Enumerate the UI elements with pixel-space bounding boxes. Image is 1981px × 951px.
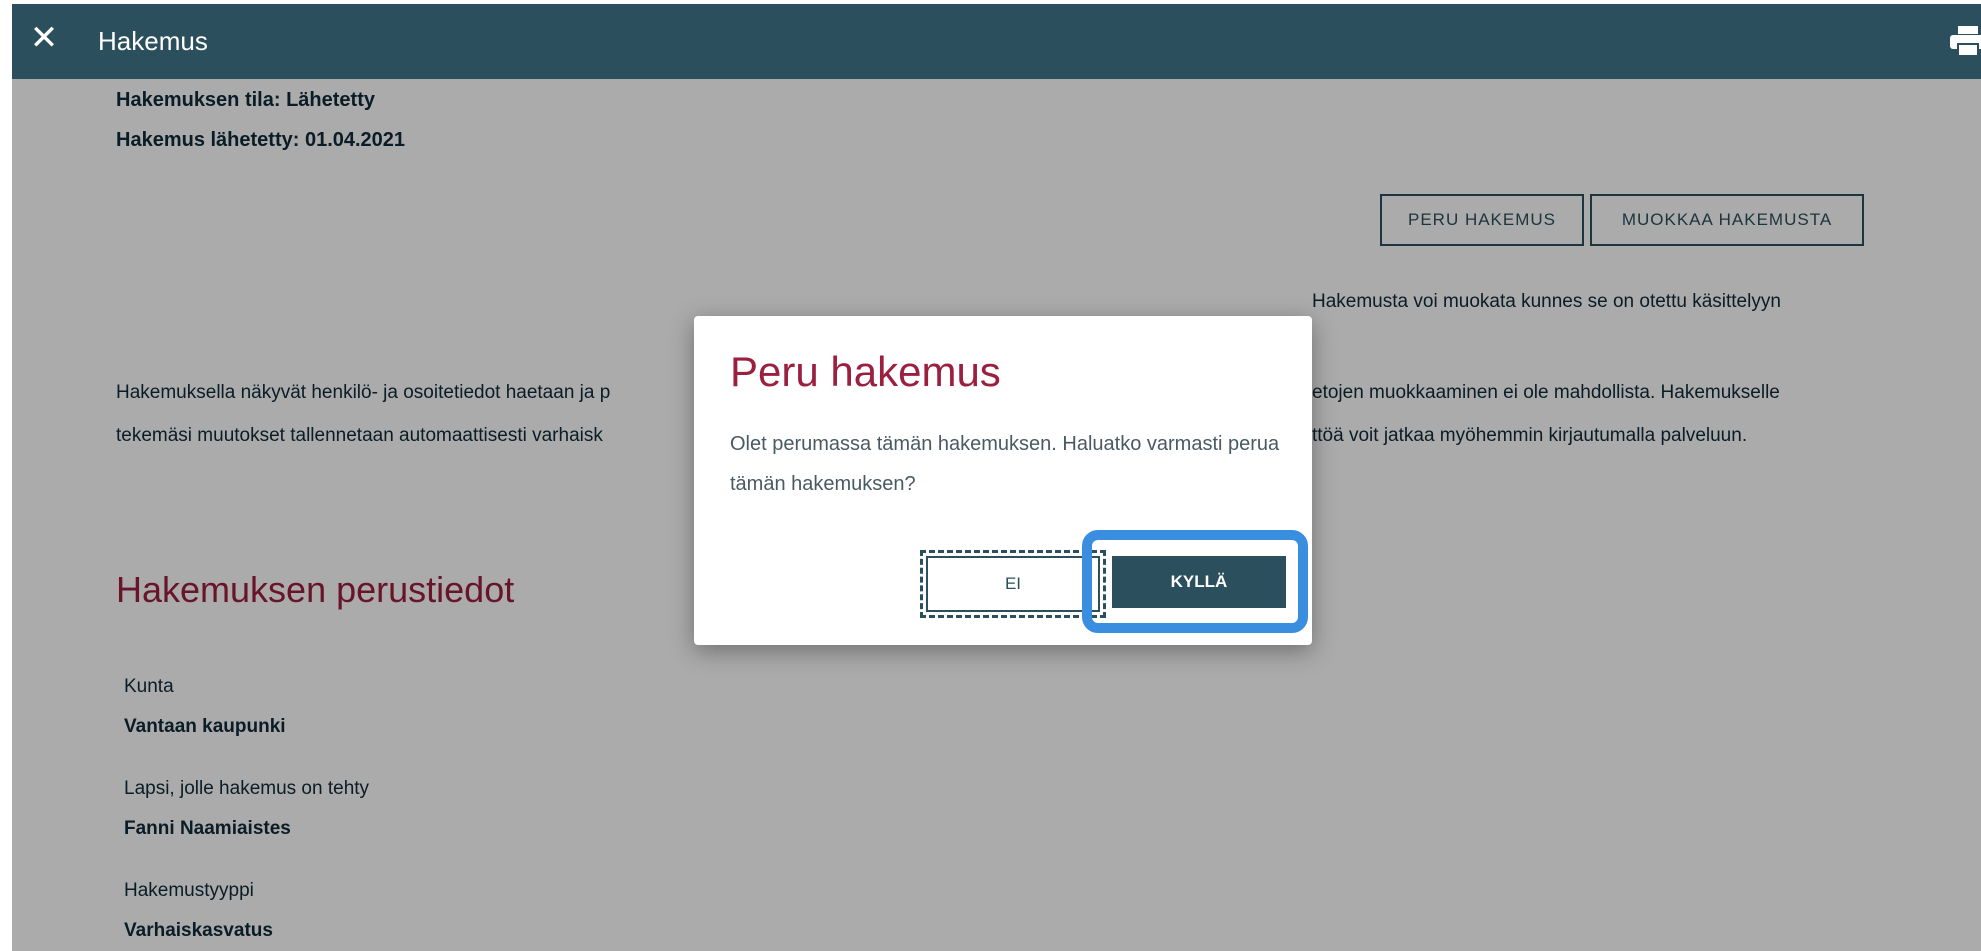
dialog-message: Olet perumassa tämän hakemuksen. Haluatk… xyxy=(730,433,1280,495)
yes-button[interactable]: KYLLÄ xyxy=(1112,556,1286,608)
cancel-confirmation-dialog: Peru hakemus Olet perumassa tämän hakemu… xyxy=(694,316,1312,645)
no-button[interactable]: EI xyxy=(926,556,1100,612)
top-bar: ✕ Hakemus xyxy=(12,4,1981,79)
close-icon[interactable]: ✕ xyxy=(24,18,64,58)
printer-icon[interactable] xyxy=(1950,26,1981,56)
dialog-title: Peru hakemus xyxy=(730,348,1001,395)
page-title: Hakemus xyxy=(98,26,208,56)
